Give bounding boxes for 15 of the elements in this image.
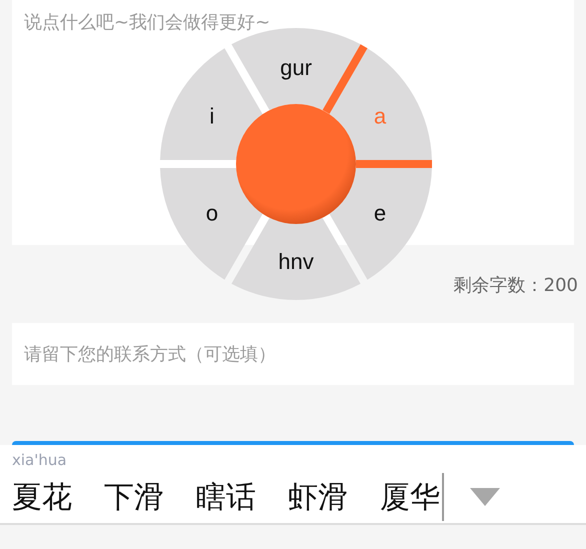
char-count: 剩余字数：200 — [452, 274, 579, 297]
center-button[interactable] — [236, 104, 356, 224]
contact-field[interactable]: 请留下您的联系方式（可选填） — [12, 323, 574, 385]
candidate-word[interactable]: 虾滑 — [288, 476, 348, 518]
candidate-word[interactable]: 瞎话 — [196, 476, 256, 518]
wheel-key[interactable]: e — [329, 168, 432, 280]
wheel-key[interactable]: o — [160, 168, 263, 280]
candidate-word[interactable]: 夏花 — [12, 476, 72, 518]
selection-line — [322, 44, 368, 114]
candidate-word[interactable]: 厦华 — [380, 476, 440, 518]
candidate-word[interactable]: 下滑 — [104, 476, 164, 518]
wheel-key[interactable]: hnv — [232, 218, 360, 300]
wheel-key[interactable]: i — [160, 48, 263, 160]
expand-icon[interactable] — [470, 488, 500, 506]
pinyin-composition: xia'hua — [12, 450, 67, 469]
